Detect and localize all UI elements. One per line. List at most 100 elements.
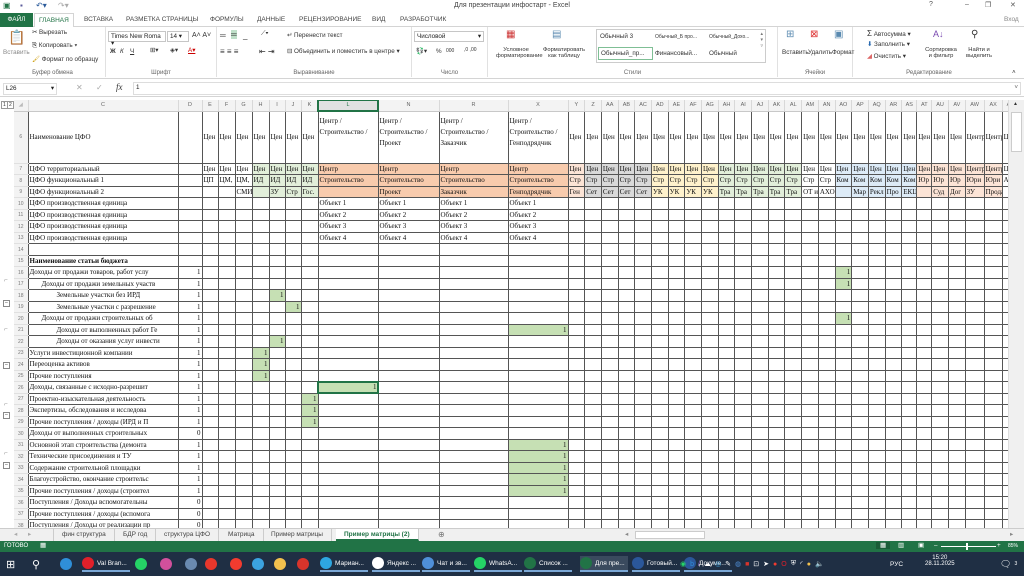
cell-AB9[interactable]: Сет <box>617 185 636 198</box>
cell-Y11[interactable] <box>567 208 586 221</box>
sign-in-link[interactable]: Вход <box>1000 15 1023 24</box>
cell-AF21[interactable] <box>684 323 702 336</box>
cell-K6[interactable]: Цен <box>300 110 319 164</box>
cell-I35[interactable] <box>268 484 286 497</box>
cell-AG8[interactable]: Стр <box>701 174 719 187</box>
cell-C31[interactable]: Основной этап строительства (демонта <box>27 438 179 451</box>
cell-G34[interactable] <box>234 473 253 486</box>
column-header-AV[interactable]: AV <box>948 100 966 112</box>
cell-AT28[interactable] <box>916 404 933 417</box>
cell-AB16[interactable] <box>617 266 636 279</box>
cell-AB15[interactable] <box>617 254 636 267</box>
cell-AC20[interactable] <box>634 312 652 325</box>
cell-K15[interactable] <box>300 254 319 267</box>
cell-AT27[interactable] <box>916 392 933 405</box>
cell-AU19[interactable] <box>931 300 949 313</box>
cell-AC15[interactable] <box>634 254 652 267</box>
cell-AV27[interactable] <box>947 392 966 405</box>
cell-AV18[interactable] <box>947 289 966 302</box>
taskbar-app[interactable]: Чат и зв... <box>422 556 470 572</box>
cell-AB10[interactable] <box>617 197 636 210</box>
cell-G37[interactable] <box>234 507 253 520</box>
cell-C19[interactable]: Земельные участки с разрешение <box>27 300 179 313</box>
cell-F31[interactable] <box>217 438 236 451</box>
cell-AQ11[interactable] <box>867 208 886 221</box>
cell-AA6[interactable]: Цен <box>600 110 619 164</box>
cell-AA9[interactable]: Сет <box>600 185 619 198</box>
prev-sheet-icon[interactable]: ◂ <box>14 531 17 538</box>
cell-AD11[interactable] <box>650 208 669 221</box>
cell-AC34[interactable] <box>634 473 652 486</box>
cell-K12[interactable] <box>300 220 319 233</box>
font-color-icon[interactable]: A▾ <box>188 47 195 54</box>
cell-AD23[interactable] <box>650 346 669 359</box>
cell-AT25[interactable] <box>916 369 933 382</box>
cell-AU12[interactable] <box>931 220 949 233</box>
cell-L18[interactable] <box>317 289 379 302</box>
cell-J7[interactable]: Цен <box>284 162 302 175</box>
cell-D30[interactable]: 0 <box>177 427 203 440</box>
cell-AT29[interactable] <box>916 415 933 428</box>
cell-I22[interactable]: 1 <box>268 335 286 348</box>
cell-AA38[interactable] <box>600 519 619 528</box>
cell-AC32[interactable] <box>634 450 652 463</box>
cell-AP38[interactable] <box>851 519 869 528</box>
cell-N36[interactable] <box>377 496 440 509</box>
cell-E29[interactable] <box>201 415 219 428</box>
cell-AM29[interactable] <box>801 415 819 428</box>
tab-file[interactable]: ФАЙЛ <box>0 13 33 27</box>
cell-F34[interactable] <box>217 473 236 486</box>
cell-AN22[interactable] <box>817 335 836 348</box>
page-break-view-icon[interactable]: ▣ <box>918 542 924 549</box>
cell-AN35[interactable] <box>817 484 836 497</box>
cell-AG11[interactable] <box>701 208 719 221</box>
cell-AQ7[interactable]: Цен <box>867 162 886 175</box>
cell-AO14[interactable] <box>834 243 853 256</box>
cell-AF32[interactable] <box>684 450 702 463</box>
cell-AX14[interactable] <box>983 243 1003 256</box>
cell-Y30[interactable] <box>567 427 586 440</box>
cell-AL29[interactable] <box>784 415 803 428</box>
cell-N35[interactable] <box>377 484 440 497</box>
cell-AF28[interactable] <box>684 404 702 417</box>
cell-AG29[interactable] <box>701 415 719 428</box>
cell-AN20[interactable] <box>817 312 836 325</box>
cell-AO28[interactable] <box>834 404 853 417</box>
cell-F17[interactable] <box>217 277 236 290</box>
cell-AL35[interactable] <box>784 484 803 497</box>
cell-AE7[interactable]: Цен <box>667 162 686 175</box>
tab-data[interactable]: ДАННЫЕ <box>253 15 289 24</box>
cell-AO10[interactable] <box>834 197 853 210</box>
cell-AH17[interactable] <box>717 277 736 290</box>
cell-AM31[interactable] <box>801 438 819 451</box>
cell-J32[interactable] <box>284 450 302 463</box>
cell-R30[interactable] <box>438 427 509 440</box>
cell-D19[interactable]: 1 <box>177 300 203 313</box>
column-header-AK[interactable]: AK <box>768 100 786 112</box>
cell-E18[interactable] <box>201 289 219 302</box>
cell-Z27[interactable] <box>584 392 602 405</box>
cell-AT8[interactable]: Юр <box>916 174 933 187</box>
cell-D23[interactable]: 1 <box>177 346 203 359</box>
cell-G15[interactable] <box>234 254 253 267</box>
cell-G24[interactable] <box>234 358 253 371</box>
cell-H25[interactable]: 1 <box>251 369 270 382</box>
cell-D7[interactable] <box>177 162 203 175</box>
cell-AL33[interactable] <box>784 461 803 474</box>
tab-formulas[interactable]: ФОРМУЛЫ <box>206 15 248 24</box>
cell-N24[interactable] <box>377 358 440 371</box>
cell-D35[interactable]: 1 <box>177 484 203 497</box>
cell-AQ38[interactable] <box>867 519 886 528</box>
cell-AV22[interactable] <box>947 335 966 348</box>
cell-AD31[interactable] <box>650 438 669 451</box>
cell-D34[interactable]: 1 <box>177 473 203 486</box>
cell-AJ31[interactable] <box>751 438 769 451</box>
row-header-18[interactable]: 18 <box>14 289 28 302</box>
cell-AI10[interactable] <box>734 197 753 210</box>
cell-AX33[interactable] <box>983 461 1003 474</box>
cell-AW38[interactable] <box>964 519 985 528</box>
cell-AK35[interactable] <box>767 484 786 497</box>
cell-AU35[interactable] <box>931 484 949 497</box>
cell-AU17[interactable] <box>931 277 949 290</box>
cell-AO23[interactable] <box>834 346 853 359</box>
